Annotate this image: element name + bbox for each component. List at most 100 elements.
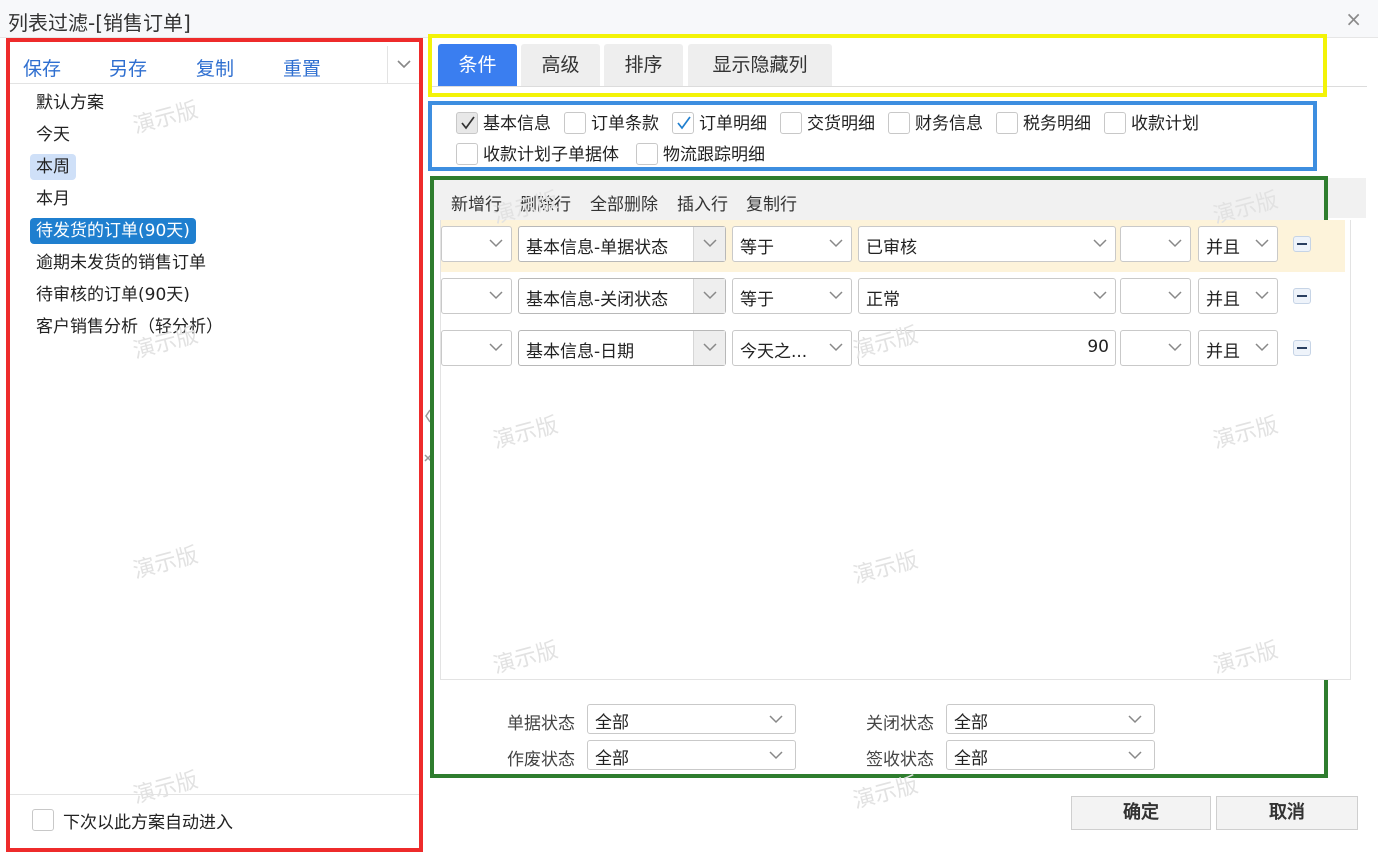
tab-show-hidden-columns[interactable]: 显示隐藏列 xyxy=(688,44,832,86)
remove-row-icon[interactable] xyxy=(1293,288,1311,304)
reset-button[interactable]: 重置 xyxy=(283,54,321,81)
chevron-down-icon xyxy=(1128,751,1142,760)
save-as-button[interactable]: 另存 xyxy=(109,54,147,81)
field-select[interactable]: 基本信息-单据状态 xyxy=(518,226,726,262)
entity-checkbox[interactable] xyxy=(1104,112,1126,134)
delete-all-button[interactable]: 全部删除 xyxy=(590,190,658,215)
close-status-select[interactable]: 全部 xyxy=(946,704,1155,734)
chevron-down-icon xyxy=(1093,291,1107,300)
chevron-down-icon xyxy=(489,291,503,300)
scheme-item[interactable]: 默认方案 xyxy=(30,87,400,119)
value-select[interactable]: 正常 xyxy=(858,278,1116,314)
title-bar: 列表过滤-[销售订单] × xyxy=(0,0,1378,38)
right-paren-select[interactable] xyxy=(1120,330,1191,366)
chevron-down-icon xyxy=(1255,343,1269,352)
save-button[interactable]: 保存 xyxy=(23,54,61,81)
chevron-down-icon xyxy=(1255,239,1269,248)
operator-select[interactable]: 等于 xyxy=(732,226,852,262)
cancel-button[interactable]: 取消 xyxy=(1216,796,1358,830)
close-status-label: 关闭状态 xyxy=(866,714,934,734)
condition-row[interactable]: 基本信息-关闭状态 等于 正常 并且 xyxy=(441,272,1345,324)
value-input[interactable]: 90 xyxy=(858,330,1116,366)
field-select[interactable]: 基本信息-日期 xyxy=(518,330,726,366)
scheme-footer: 下次以此方案自动进入 xyxy=(10,794,419,848)
left-paren-select[interactable] xyxy=(441,278,512,314)
remove-row-icon[interactable] xyxy=(1293,340,1311,356)
scheme-item[interactable]: 本月 xyxy=(30,183,400,215)
scheme-item[interactable]: 客户销售分析（轻分析） xyxy=(30,311,400,343)
auto-enter-label: 下次以此方案自动进入 xyxy=(63,813,233,833)
add-row-button[interactable]: 新增行 xyxy=(451,190,502,215)
logic-select[interactable]: 并且 xyxy=(1198,278,1278,314)
chevron-down-icon xyxy=(489,343,503,352)
logic-select[interactable]: 并且 xyxy=(1198,330,1278,366)
sign-status-select[interactable]: 全部 xyxy=(946,740,1155,770)
chevron-down-icon xyxy=(829,239,843,248)
logic-select[interactable]: 并且 xyxy=(1198,226,1278,262)
scheme-item[interactable]: 待审核的订单(90天) xyxy=(30,279,400,311)
void-status-select[interactable]: 全部 xyxy=(587,740,796,770)
chevron-down-icon xyxy=(1128,715,1142,724)
chevron-down-icon xyxy=(1168,291,1182,300)
entity-checkbox[interactable] xyxy=(780,112,802,134)
entity-checkbox[interactable] xyxy=(888,112,910,134)
chevron-down-icon xyxy=(1255,291,1269,300)
entity-checkbox[interactable] xyxy=(456,143,478,165)
field-select[interactable]: 基本信息-关闭状态 xyxy=(518,278,726,314)
chevron-down-icon xyxy=(489,239,503,248)
condition-toolbar-ext xyxy=(1328,178,1366,218)
bill-status-label: 单据状态 xyxy=(507,714,575,734)
entity-checkbox[interactable] xyxy=(672,112,694,134)
chevron-down-icon xyxy=(769,715,783,724)
copy-button[interactable]: 复制 xyxy=(196,54,234,81)
tabs-divider-ext xyxy=(1327,86,1367,87)
entity-checkbox[interactable] xyxy=(636,143,658,165)
left-paren-select[interactable] xyxy=(441,330,512,366)
left-paren-select[interactable] xyxy=(441,226,512,262)
remove-row-icon[interactable] xyxy=(1293,236,1311,252)
field-dropdown-button[interactable] xyxy=(693,279,725,313)
scheme-list: 默认方案 今天 本周 本月 待发货的订单(90天) 逾期未发货的销售订单 待审核… xyxy=(30,87,400,343)
insert-row-button[interactable]: 插入行 xyxy=(677,190,728,215)
right-paren-select[interactable] xyxy=(1120,226,1191,262)
auto-enter-checkbox[interactable] xyxy=(32,809,54,831)
bill-status-select[interactable]: 全部 xyxy=(587,704,796,734)
condition-grid: 基本信息-单据状态 等于 已审核 并且 基本信息-关闭状态 等于 正常 并且 基… xyxy=(440,220,1351,680)
sign-status-label: 签收状态 xyxy=(866,750,934,770)
condition-row[interactable]: 基本信息-单据状态 等于 已审核 并且 xyxy=(441,220,1345,272)
scheme-item[interactable]: 逾期未发货的销售订单 xyxy=(30,247,400,279)
right-paren-select[interactable] xyxy=(1120,278,1191,314)
check-icon xyxy=(461,116,475,130)
ok-button[interactable]: 确定 xyxy=(1071,796,1211,830)
entity-checkbox[interactable] xyxy=(564,112,586,134)
operator-select[interactable]: 等于 xyxy=(732,278,852,314)
scheme-toolbar: 保存 另存 复制 重置 xyxy=(10,46,419,84)
copy-row-button[interactable]: 复制行 xyxy=(746,190,797,215)
entity-checkbox[interactable] xyxy=(456,112,478,134)
scheme-item-selected[interactable]: 待发货的订单(90天) xyxy=(30,215,400,247)
field-dropdown-button[interactable] xyxy=(693,331,725,365)
operator-select[interactable]: 今天之... xyxy=(732,330,852,366)
chevron-down-icon xyxy=(1168,343,1182,352)
scheme-item[interactable]: 今天 xyxy=(30,119,400,151)
chevron-down-icon xyxy=(1168,239,1182,248)
value-select[interactable]: 已审核 xyxy=(858,226,1116,262)
entity-checkbox[interactable] xyxy=(996,112,1018,134)
tab-bar: 条件 高级 排序 显示隐藏列 xyxy=(428,34,1327,97)
more-menu-button[interactable] xyxy=(387,46,419,84)
field-dropdown-button[interactable] xyxy=(693,227,725,261)
scheme-item[interactable]: 本周 xyxy=(30,151,400,183)
chevron-down-icon xyxy=(769,751,783,760)
tab-sort[interactable]: 排序 xyxy=(604,44,683,86)
chevron-down-icon xyxy=(703,291,717,300)
delete-row-button[interactable]: 删除行 xyxy=(520,190,571,215)
scheme-panel: 保存 另存 复制 重置 默认方案 今天 本周 本月 待发货的订单(90天) 逾期… xyxy=(6,38,423,852)
condition-row[interactable]: 基本信息-日期 今天之... 90 并且 xyxy=(441,324,1345,376)
chevron-down-icon xyxy=(703,239,717,248)
tabs-divider xyxy=(432,86,1323,87)
tab-advanced[interactable]: 高级 xyxy=(521,44,600,86)
void-status-label: 作废状态 xyxy=(507,750,575,770)
tab-conditions[interactable]: 条件 xyxy=(438,44,517,86)
close-icon[interactable]: × xyxy=(1345,7,1362,31)
chevron-down-icon xyxy=(1093,239,1107,248)
